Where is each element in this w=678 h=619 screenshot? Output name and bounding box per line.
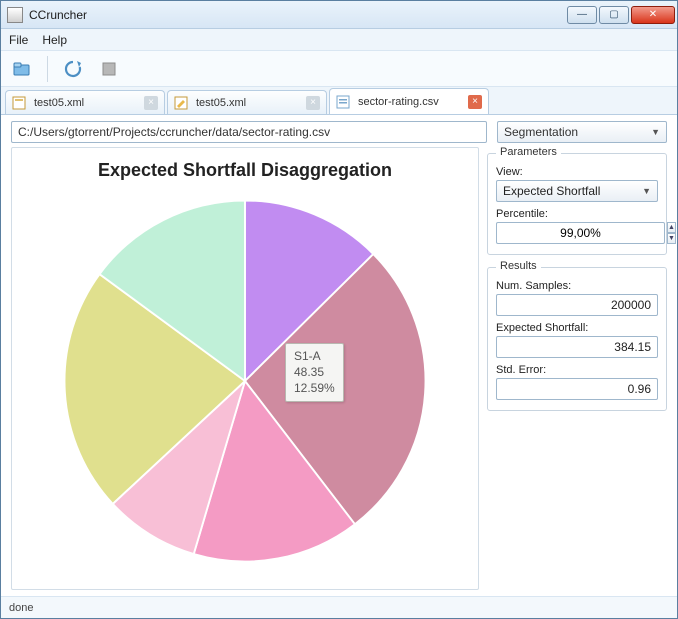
- tab-sector-rating[interactable]: sector-rating.csv ×: [329, 88, 489, 114]
- view-label: View:: [496, 166, 658, 178]
- tab-label: sector-rating.csv: [358, 96, 439, 108]
- view-value: Expected Shortfall: [503, 184, 600, 198]
- close-button[interactable]: ✕: [631, 6, 675, 24]
- tooltip-value: 48.35: [294, 364, 335, 380]
- csv-file-icon: [336, 95, 350, 109]
- spin-up-button[interactable]: ▲: [667, 222, 676, 233]
- tooltip-name: S1-A: [294, 348, 335, 364]
- view-dropdown[interactable]: Expected Shortfall ▼: [496, 180, 658, 202]
- percentile-spinner: ▲ ▼: [496, 222, 658, 244]
- minimize-button[interactable]: —: [567, 6, 597, 24]
- parameters-group: Parameters View: Expected Shortfall ▼ Pe…: [487, 153, 667, 255]
- chevron-down-icon: ▼: [642, 186, 651, 196]
- segmentation-label: Segmentation: [504, 125, 578, 139]
- xml-edit-icon: [174, 96, 188, 110]
- window-title: CCruncher: [29, 8, 567, 22]
- file-path-input[interactable]: [11, 121, 487, 143]
- tab-close-icon[interactable]: ×: [144, 96, 158, 110]
- chart-tooltip: S1-A 48.35 12.59%: [285, 343, 344, 402]
- tab-test05-2[interactable]: test05.xml ×: [167, 90, 327, 114]
- num-samples-label: Num. Samples:: [496, 280, 658, 292]
- results-group: Results Num. Samples: 200000 Expected Sh…: [487, 267, 667, 411]
- side-panel: Parameters View: Expected Shortfall ▼ Pe…: [487, 147, 667, 590]
- num-samples-value: 200000: [496, 294, 658, 316]
- stderr-label: Std. Error:: [496, 364, 658, 376]
- parameters-legend: Parameters: [496, 146, 561, 158]
- status-bar: done: [1, 596, 677, 618]
- tooltip-percent: 12.59%: [294, 380, 335, 396]
- maximize-button[interactable]: ▢: [599, 6, 629, 24]
- folder-open-icon: [12, 59, 32, 79]
- chart-panel: Expected Shortfall Disaggregation S1-A 4…: [11, 147, 479, 590]
- es-label: Expected Shortfall:: [496, 322, 658, 334]
- main-row: Expected Shortfall Disaggregation S1-A 4…: [1, 147, 677, 596]
- stderr-value: 0.96: [496, 378, 658, 400]
- app-icon: [7, 7, 23, 23]
- titlebar: CCruncher — ▢ ✕: [1, 1, 677, 29]
- chevron-down-icon: ▼: [651, 127, 660, 137]
- xml-file-icon: [12, 96, 26, 110]
- tab-label: test05.xml: [196, 97, 246, 109]
- es-value: 384.15: [496, 336, 658, 358]
- tab-close-icon[interactable]: ×: [468, 95, 482, 109]
- open-button[interactable]: [7, 54, 37, 84]
- refresh-button[interactable]: [58, 54, 88, 84]
- tab-close-icon[interactable]: ×: [306, 96, 320, 110]
- window-controls: — ▢ ✕: [567, 6, 675, 24]
- spin-down-button[interactable]: ▼: [667, 233, 676, 244]
- menu-help[interactable]: Help: [42, 33, 67, 47]
- app-window: CCruncher — ▢ ✕ File Help: [0, 0, 678, 619]
- refresh-icon: [63, 59, 83, 79]
- tab-label: test05.xml: [34, 97, 84, 109]
- tab-test05-1[interactable]: test05.xml ×: [5, 90, 165, 114]
- content-area: Segmentation ▼ Expected Shortfall Disagg…: [1, 115, 677, 596]
- chart-title: Expected Shortfall Disaggregation: [98, 160, 392, 181]
- menu-file[interactable]: File: [9, 33, 28, 47]
- stop-icon: [100, 60, 118, 78]
- segmentation-dropdown[interactable]: Segmentation ▼: [497, 121, 667, 143]
- status-text: done: [9, 602, 33, 614]
- pie-chart: [55, 191, 435, 571]
- percentile-label: Percentile:: [496, 208, 658, 220]
- stop-button[interactable]: [94, 54, 124, 84]
- menu-bar: File Help: [1, 29, 677, 51]
- toolbar: [1, 51, 677, 87]
- path-row: Segmentation ▼: [1, 115, 677, 147]
- toolbar-separator: [47, 56, 48, 82]
- results-legend: Results: [496, 260, 541, 272]
- pie-holder: S1-A 48.35 12.59%: [55, 191, 435, 571]
- percentile-input[interactable]: [496, 222, 665, 244]
- tab-bar: test05.xml × test05.xml × sector-rating.…: [1, 87, 677, 115]
